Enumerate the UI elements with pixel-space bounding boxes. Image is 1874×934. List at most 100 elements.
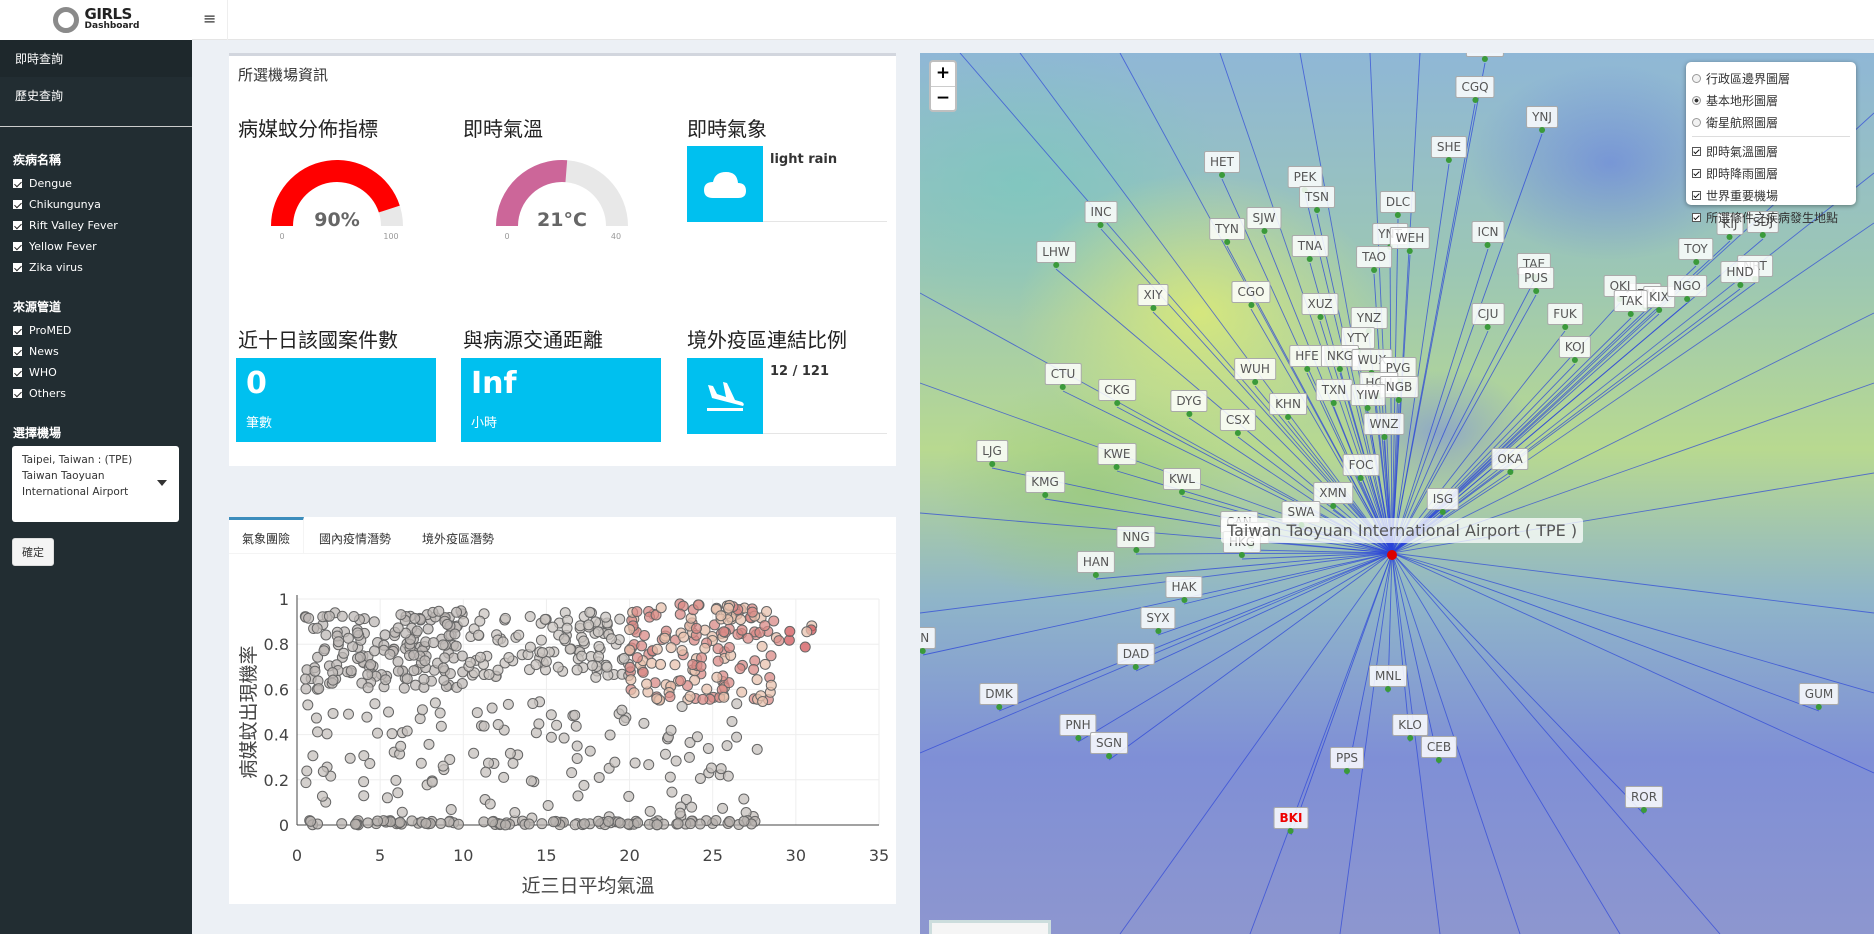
checkbox-checked-icon[interactable]: [13, 242, 22, 251]
hamburger-icon[interactable]: ≡: [203, 9, 216, 28]
checkbox-checked-icon[interactable]: [13, 326, 22, 335]
airport-marker-ngo[interactable]: NGO: [1667, 275, 1707, 302]
airport-marker-xiy[interactable]: XIY: [1137, 284, 1169, 311]
airport-marker-inc[interactable]: INC: [1084, 201, 1118, 228]
checkbox-checked-icon[interactable]: [13, 389, 22, 398]
airport-marker-tak[interactable]: TAK: [1613, 290, 1649, 317]
airport-marker-icn[interactable]: ICN: [1471, 221, 1505, 248]
airport-marker-dlc[interactable]: DLC: [1379, 191, 1417, 218]
airport-marker-cgq[interactable]: CGQ: [1455, 76, 1495, 103]
airport-marker-klo[interactable]: KLO: [1392, 714, 1428, 741]
airport-marker-toy[interactable]: TOY: [1678, 238, 1714, 265]
airport-marker-weh[interactable]: WEH: [1389, 227, 1431, 254]
airport-marker-mnl[interactable]: MNL: [1368, 665, 1408, 692]
airport-marker-nng[interactable]: NNG: [1116, 526, 1156, 553]
zoom-in-button[interactable]: +: [931, 62, 955, 86]
airport-marker-ynj[interactable]: YNJ: [1526, 106, 1558, 133]
overlay-disease-locations[interactable]: 所選條件之疾病發生地點: [1692, 206, 1850, 228]
source-checkbox-others[interactable]: Others: [0, 383, 192, 404]
airport-marker-khg[interactable]: KHG: [1465, 53, 1505, 62]
base-layer-terrain[interactable]: 基本地形圖層: [1692, 89, 1850, 111]
airport-marker-koj[interactable]: KOJ: [1558, 336, 1592, 363]
airport-marker-ckg[interactable]: CKG: [1098, 379, 1136, 406]
main-airport-marker[interactable]: [1387, 550, 1397, 560]
airport-marker-tyn[interactable]: TYN: [1209, 218, 1245, 245]
tab-overseas-risk[interactable]: 境外疫區潛勢: [409, 517, 507, 554]
airport-marker-tao[interactable]: TAO: [1356, 246, 1392, 273]
airport-marker-bki[interactable]: BKI: [1273, 807, 1309, 834]
airport-marker-in[interactable]: IN: [920, 627, 936, 654]
checkbox-checked-icon[interactable]: [1692, 146, 1701, 156]
airport-marker-ror[interactable]: ROR: [1624, 786, 1664, 813]
airport-marker-tna[interactable]: TNA: [1291, 235, 1329, 262]
airport-marker-dyg[interactable]: DYG: [1170, 390, 1208, 417]
airport-marker-gum[interactable]: GUM: [1798, 683, 1840, 710]
confirm-button[interactable]: 確定: [12, 538, 54, 566]
checkbox-checked-icon[interactable]: [1692, 168, 1701, 178]
airport-marker-ynz[interactable]: YNZ: [1350, 307, 1388, 334]
checkbox-checked-icon[interactable]: [13, 263, 22, 272]
checkbox-checked-icon[interactable]: [1692, 190, 1701, 200]
disease-checkbox-chikungunya[interactable]: Chikungunya: [0, 194, 192, 215]
overlay-temperature[interactable]: 即時氣溫圖層: [1692, 140, 1850, 162]
airport-marker-han[interactable]: HAN: [1076, 551, 1116, 578]
airport-marker-she[interactable]: SHE: [1430, 136, 1468, 163]
checkbox-checked-icon[interactable]: [13, 200, 22, 209]
airport-marker-kwe[interactable]: KWE: [1097, 443, 1137, 470]
airport-marker-het[interactable]: HET: [1204, 151, 1240, 178]
source-checkbox-who[interactable]: WHO: [0, 362, 192, 383]
airport-select[interactable]: Taipei, Taiwan : (TPE) Taiwan Taoyuan In…: [12, 446, 179, 522]
overlay-airports[interactable]: 世界重要機場: [1692, 184, 1850, 206]
nav-history-query[interactable]: 歷史查詢: [0, 77, 192, 114]
airport-marker-pps[interactable]: PPS: [1329, 747, 1365, 774]
checkbox-checked-icon[interactable]: [13, 347, 22, 356]
overlay-rainfall[interactable]: 即時降雨圖層: [1692, 162, 1850, 184]
source-checkbox-promed[interactable]: ProMED: [0, 320, 192, 341]
airport-marker-ceb[interactable]: CEB: [1420, 736, 1458, 763]
nav-realtime-query[interactable]: 即時查詢: [0, 40, 192, 77]
airport-marker-wuh[interactable]: WUH: [1234, 358, 1276, 385]
airport-marker-yiw[interactable]: YIW: [1350, 384, 1386, 411]
airport-marker-sgn[interactable]: SGN: [1090, 732, 1128, 759]
checkbox-checked-icon[interactable]: [13, 368, 22, 377]
airport-marker-kmg[interactable]: KMG: [1025, 471, 1065, 498]
airport-marker-isg[interactable]: ISG: [1426, 488, 1460, 515]
airport-marker-xuz[interactable]: XUZ: [1301, 293, 1339, 320]
base-layer-admin[interactable]: 行政區邊界圖層: [1692, 67, 1850, 89]
disease-checkbox-rift-valley-fever[interactable]: Rift Valley Fever: [0, 215, 192, 236]
airport-marker-oka[interactable]: OKA: [1491, 448, 1529, 475]
checkbox-checked-icon[interactable]: [1692, 212, 1701, 222]
map[interactable]: KHGCGQYNJSHEHETPEKTSNDLCINCTYNSJWYNTWEHI…: [920, 53, 1874, 934]
airport-marker-txn[interactable]: TXN: [1315, 379, 1353, 406]
disease-checkbox-yellow-fever[interactable]: Yellow Fever: [0, 236, 192, 257]
checkbox-checked-icon[interactable]: [13, 179, 22, 188]
airport-marker-ngb[interactable]: NGB: [1379, 376, 1419, 403]
tab-domestic-risk[interactable]: 國內疫情潛勢: [306, 517, 404, 554]
disease-checkbox-dengue[interactable]: Dengue: [0, 173, 192, 194]
airport-marker-hak[interactable]: HAK: [1165, 576, 1203, 603]
radio-icon[interactable]: [1692, 117, 1701, 127]
airport-marker-khn[interactable]: KHN: [1269, 393, 1307, 420]
minimap[interactable]: [929, 920, 1051, 934]
airport-marker-cgo[interactable]: CGO: [1231, 281, 1271, 308]
airport-marker-syx[interactable]: SYX: [1140, 607, 1176, 634]
airport-marker-csx[interactable]: CSX: [1219, 409, 1257, 436]
airport-marker-dmk[interactable]: DMK: [979, 683, 1019, 710]
disease-checkbox-zika[interactable]: Zika virus: [0, 257, 192, 278]
airport-marker-dad[interactable]: DAD: [1116, 643, 1156, 670]
zoom-out-button[interactable]: −: [931, 86, 955, 110]
base-layer-satellite[interactable]: 衛星航照圖層: [1692, 111, 1850, 133]
airport-marker-hfe[interactable]: HFE: [1289, 345, 1325, 372]
radio-icon[interactable]: [1692, 73, 1701, 83]
airport-marker-wnz[interactable]: WNZ: [1363, 413, 1405, 440]
airport-marker-pus[interactable]: PUS: [1518, 267, 1554, 294]
tab-weather[interactable]: 氣象團險: [229, 517, 305, 554]
airport-marker-lhw[interactable]: LHW: [1036, 241, 1076, 268]
airport-marker-ctu[interactable]: CTU: [1044, 363, 1082, 390]
airport-marker-foc[interactable]: FOC: [1342, 454, 1380, 481]
airport-marker-pek[interactable]: PEK: [1287, 166, 1323, 193]
app-logo[interactable]: GIRLS Dashboard: [0, 0, 192, 40]
airport-marker-hnd[interactable]: HND: [1720, 261, 1760, 288]
airport-marker-sjw[interactable]: SJW: [1246, 207, 1282, 234]
source-checkbox-news[interactable]: News: [0, 341, 192, 362]
